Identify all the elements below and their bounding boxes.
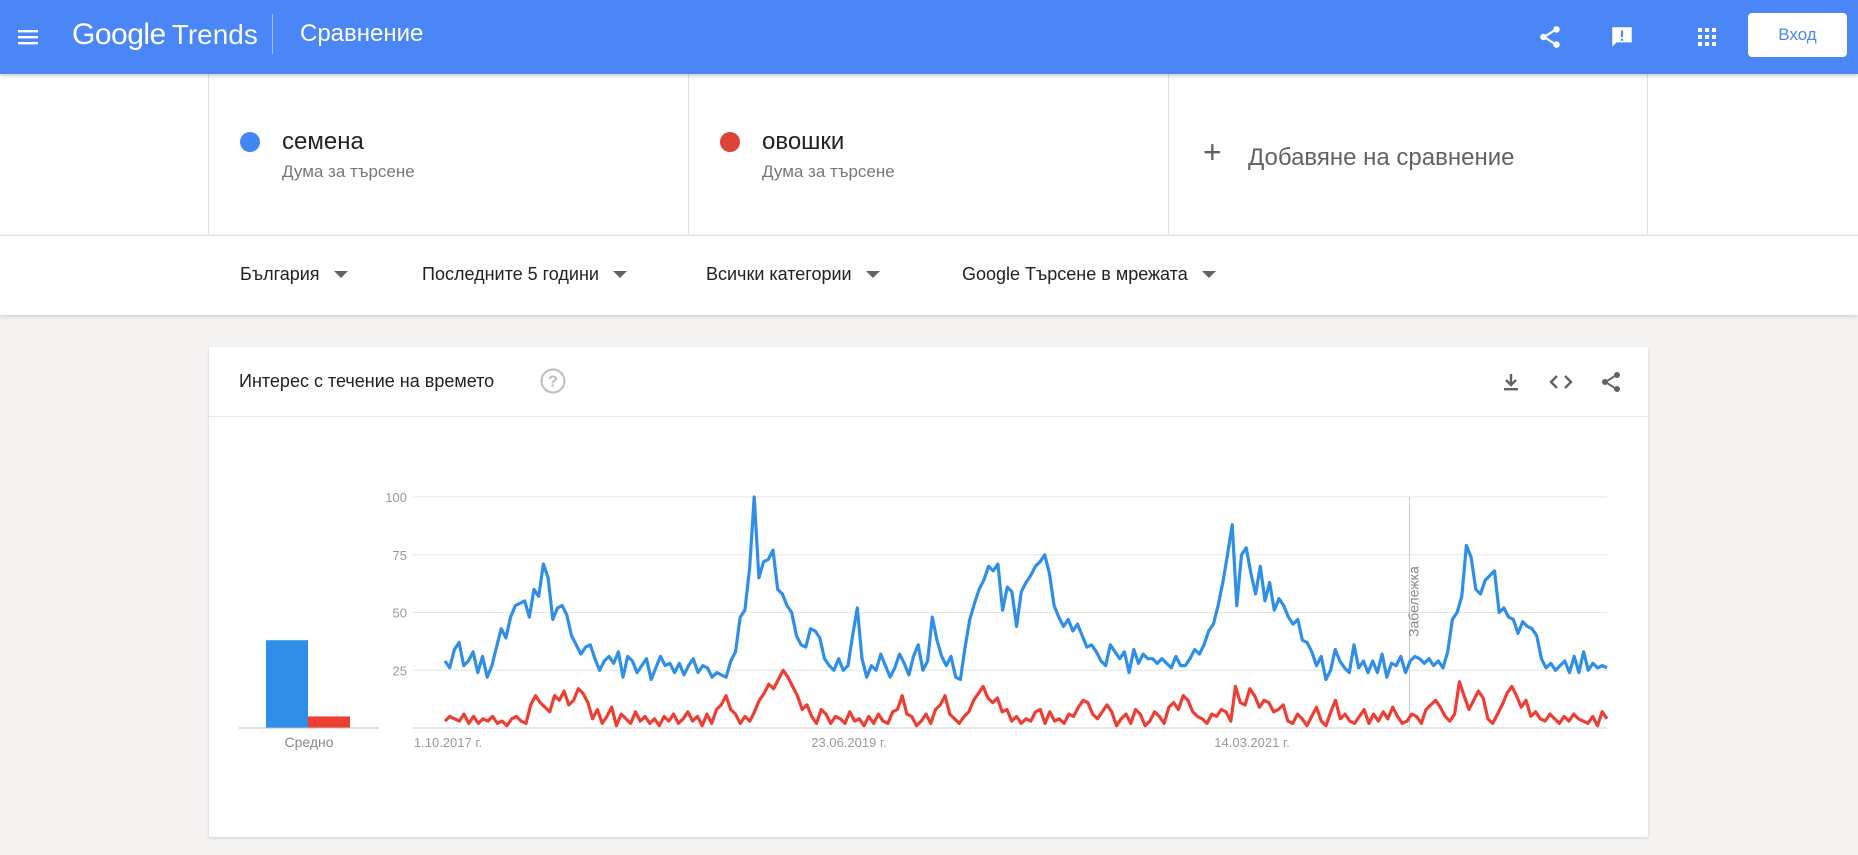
plus-icon: + [1203, 134, 1222, 170]
dropdown-arrow-icon [612, 271, 627, 278]
add-comparison-button[interactable]: + Добавяне на сравнение [1168, 74, 1648, 234]
header-divider [272, 14, 273, 54]
x-tick-label: 14.03.2021 г. [1214, 735, 1289, 750]
note-label[interactable]: Забележка [1405, 566, 1421, 637]
x-tick-label: 23.06.2019 г. [811, 735, 886, 750]
compare-terms-row: семена Дума за търсене овошки Дума за тъ… [208, 74, 1648, 234]
interest-chart[interactable]: 25 50 75 100 Забележка 1.10.2017 г. 23.06.20… [209, 347, 1648, 837]
category-dropdown[interactable]: Всички категории [706, 264, 880, 285]
average-label: Средно [284, 734, 333, 750]
search-property-value: Google Търсене в мрежата [962, 264, 1188, 284]
term-type: Дума за търсене [282, 162, 415, 181]
add-comparison-label: Добавяне на сравнение [1248, 144, 1515, 171]
average-bar [266, 640, 308, 728]
filter-bar: България Последните 5 години Всички кате… [0, 235, 1858, 315]
term-type: Дума за търсене [762, 162, 895, 181]
time-range-dropdown[interactable]: Последните 5 години [422, 264, 627, 285]
signin-button[interactable]: Вход [1748, 13, 1847, 57]
region-value: България [240, 264, 320, 284]
share-icon [1540, 26, 1560, 48]
term-name: овошки [762, 128, 845, 155]
feedback-icon [1612, 27, 1632, 47]
time-range-value: Последните 5 години [422, 264, 599, 284]
dropdown-arrow-icon [865, 271, 880, 278]
search-property-dropdown[interactable]: Google Търсене в мрежата [962, 264, 1216, 285]
series-line-semena[interactable] [443, 495, 1608, 682]
term-card-semena[interactable]: семена Дума за търсене [208, 74, 688, 234]
category-value: Всички категории [706, 264, 852, 284]
y-tick-label: 75 [393, 548, 407, 563]
share-button[interactable] [1532, 19, 1568, 55]
term-name: семена [282, 128, 364, 155]
average-bar [308, 716, 350, 728]
google-trends-logo[interactable]: Google Trends [72, 18, 258, 52]
term-color-dot [240, 132, 260, 152]
region-dropdown[interactable]: България [240, 264, 348, 285]
series-line-ovoshki[interactable] [443, 668, 1609, 728]
hamburger-icon [18, 30, 38, 45]
y-tick-label: 100 [385, 490, 407, 505]
top-app-bar: Google Trends Сравнение Вход [0, 0, 1858, 74]
feedback-button[interactable] [1604, 19, 1640, 55]
brand-trends: Trends [171, 19, 258, 50]
apps-grid-icon [1698, 28, 1716, 46]
page-title: Сравнение [300, 20, 424, 47]
term-card-ovoshki[interactable]: овошки Дума за търсене [688, 74, 1168, 234]
dropdown-arrow-icon [333, 271, 348, 278]
menu-button[interactable] [12, 21, 44, 53]
dropdown-arrow-icon [1201, 271, 1216, 278]
y-tick-label: 50 [393, 606, 407, 621]
brand-google: Google [72, 18, 166, 51]
x-tick-label: 1.10.2017 г. [414, 735, 482, 750]
interest-over-time-card: Интерес с течение на времето ? 25 50 75 100 [209, 347, 1648, 837]
term-color-dot [720, 132, 740, 152]
y-tick-label: 25 [393, 663, 407, 678]
apps-button[interactable] [1689, 19, 1725, 55]
